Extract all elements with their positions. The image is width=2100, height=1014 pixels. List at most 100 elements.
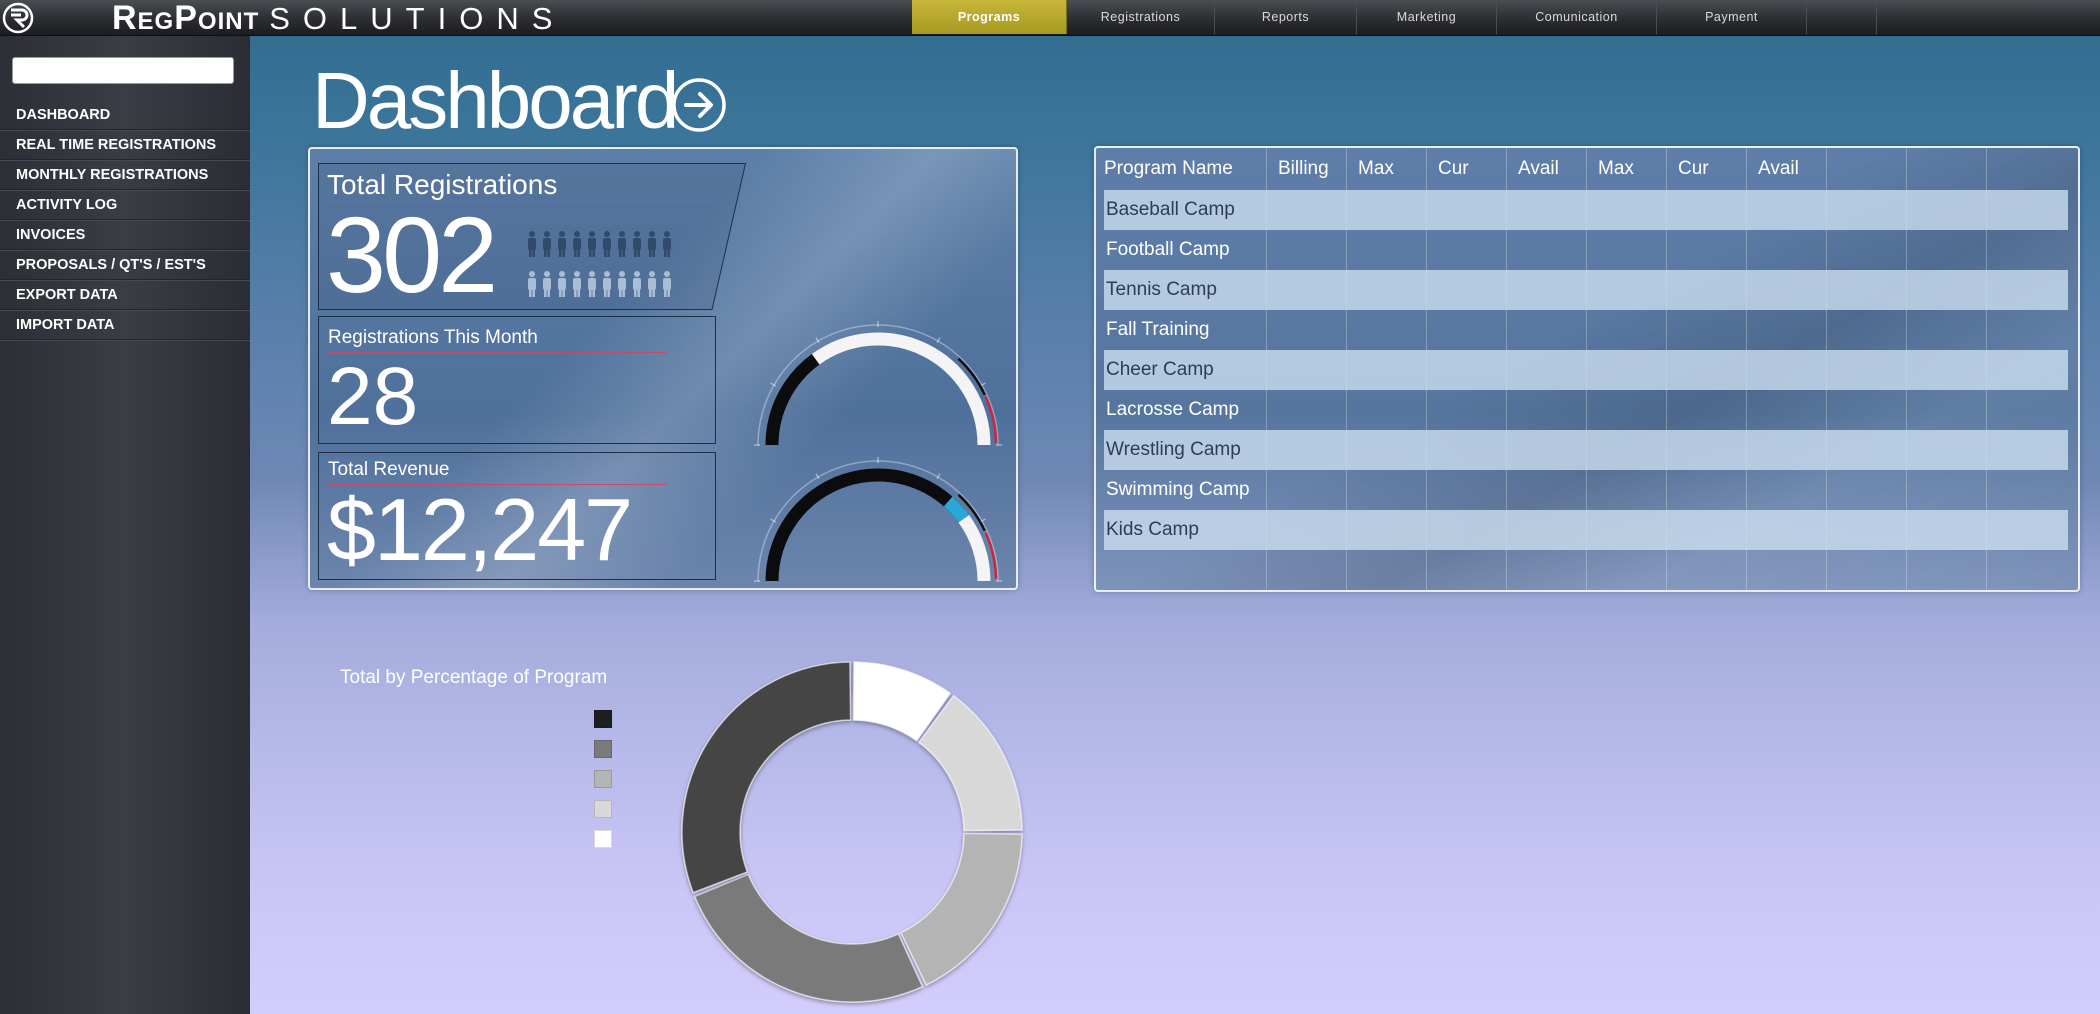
program-name-cell: Kids Camp: [1106, 519, 1199, 540]
person-icon: [648, 231, 656, 257]
total-revenue-value: $12,247: [327, 480, 633, 579]
total-registrations-box: Total Registrations 302: [318, 163, 746, 310]
table-row[interactable]: Kids Camp: [1104, 510, 2068, 550]
program-name-cell: Cheer Camp: [1106, 359, 1214, 380]
person-icon: [573, 271, 581, 297]
program-name-cell: Baseball Camp: [1106, 199, 1235, 220]
registrations-month-box: Registrations This Month 28: [318, 316, 716, 444]
regpoint-logo-icon[interactable]: [2, 2, 34, 34]
table-header-cur[interactable]: Cur: [1438, 158, 1469, 180]
donut-slice[interactable]: [693, 873, 924, 1003]
table-row[interactable]: Lacrosse Camp: [1104, 390, 2068, 430]
registrations-gauge: [754, 321, 1002, 446]
person-icon: [528, 271, 536, 297]
person-icon: [633, 231, 641, 257]
total-registrations-value: 302: [326, 194, 498, 315]
person-icon: [588, 271, 596, 297]
revenue-gauge: [754, 457, 1002, 582]
table-header: Program Name Billing Max Cur Avail Max Cur Avai…: [1096, 148, 2078, 190]
person-icon: [528, 231, 536, 257]
table-row[interactable]: Baseball Camp: [1104, 190, 2068, 230]
person-icon: [663, 271, 671, 297]
brand-name-bold: RegPoint: [112, 0, 260, 37]
person-icon: [558, 231, 566, 257]
arrow-right-circle-icon[interactable]: [671, 77, 727, 133]
table-header-max[interactable]: Max: [1598, 158, 1634, 180]
registrations-month-label: Registrations This Month: [328, 327, 538, 348]
person-icon: [603, 231, 611, 257]
sidebar: DASHBOARD REAL TIME REGISTRATIONS MONTHLY …: [0, 36, 250, 1014]
gauge-value-arc: [765, 468, 970, 582]
program-percentage-donut: [681, 661, 1023, 1003]
table-header-cur[interactable]: Cur: [1678, 158, 1709, 180]
person-icon: [543, 231, 551, 257]
table-row[interactable]: Tennis Camp: [1104, 270, 2068, 310]
nav-item-comunication[interactable]: Comunication: [1497, 0, 1657, 34]
person-icon: [558, 271, 566, 297]
table-header-program-name[interactable]: Program Name: [1104, 158, 1233, 180]
table-row[interactable]: Football Camp: [1104, 230, 2068, 270]
donut-slice[interactable]: [899, 832, 1023, 986]
nav-item-payment[interactable]: Payment: [1657, 0, 1807, 34]
sidebar-item-proposals-qt-s-est-s[interactable]: PROPOSALS / QT'S / EST'S: [0, 250, 250, 280]
gauge-remaining-arc: [958, 514, 991, 582]
page-title: Dashboard: [312, 56, 679, 145]
program-name-cell: Tennis Camp: [1106, 279, 1217, 300]
person-icon: [588, 231, 596, 257]
people-icons: [528, 231, 671, 297]
sidebar-item-export-data[interactable]: EXPORT DATA: [0, 280, 250, 310]
brand-name-light: SOLUTIONS: [269, 1, 566, 36]
nav-item-marketing[interactable]: Marketing: [1357, 0, 1497, 34]
legend-swatch: [594, 710, 612, 728]
person-icon: [603, 271, 611, 297]
table-row[interactable]: Swimming Camp: [1104, 470, 2068, 510]
sidebar-item-real-time-registrations[interactable]: REAL TIME REGISTRATIONS: [0, 130, 250, 160]
stats-panel: Total Registrations 302 Registrations Th…: [308, 147, 1018, 590]
total-revenue-box: Total Revenue $12,247: [318, 452, 716, 580]
sidebar-item-activity-log[interactable]: ACTIVITY LOG: [0, 190, 250, 220]
person-icon: [633, 271, 641, 297]
table-header-max[interactable]: Max: [1358, 158, 1394, 180]
sidebar-item-dashboard[interactable]: DASHBOARD: [0, 100, 250, 130]
nav-item-empty[interactable]: [1807, 0, 1877, 34]
top-bar: RegPoint SOLUTIONS Programs Registrations…: [0, 0, 2100, 36]
person-icon: [663, 231, 671, 257]
table-row[interactable]: Cheer Camp: [1104, 350, 2068, 390]
table-header-billing[interactable]: Billing: [1278, 158, 1329, 180]
legend-swatch: [594, 800, 612, 818]
sidebar-menu: DASHBOARD REAL TIME REGISTRATIONS MONTHLY …: [0, 100, 250, 340]
donut-slice[interactable]: [681, 661, 852, 894]
nav-item-reports[interactable]: Reports: [1215, 0, 1357, 34]
person-icon: [648, 271, 656, 297]
total-revenue-label: Total Revenue: [328, 459, 450, 480]
program-name-cell: Fall Training: [1106, 319, 1210, 340]
gauge-value-arc: [765, 353, 820, 446]
brand-name: RegPoint SOLUTIONS: [112, 0, 566, 37]
program-name-cell: Lacrosse Camp: [1106, 399, 1240, 420]
table-header-avail[interactable]: Avail: [1518, 158, 1559, 180]
sidebar-item-monthly-registrations[interactable]: MONTHLY REGISTRATIONS: [0, 160, 250, 190]
legend-swatch: [594, 830, 612, 848]
program-name-cell: Swimming Camp: [1106, 479, 1250, 500]
person-icon: [543, 271, 551, 297]
nav-item-programs[interactable]: Programs: [912, 0, 1067, 34]
donut-title: Total by Percentage of Program: [340, 667, 608, 688]
table-row[interactable]: Wrestling Camp: [1104, 430, 2068, 470]
sidebar-item-import-data[interactable]: IMPORT DATA: [0, 310, 250, 340]
registrations-month-value: 28: [327, 351, 419, 442]
table-header-avail[interactable]: Avail: [1758, 158, 1799, 180]
nav-item-registrations[interactable]: Registrations: [1067, 0, 1215, 34]
person-icon: [618, 231, 626, 257]
sidebar-search-input[interactable]: [12, 57, 234, 84]
legend-swatch: [594, 740, 612, 758]
program-table: Baseball Camp Football Camp Tennis Camp Fal…: [1094, 146, 2080, 592]
program-name-cell: Wrestling Camp: [1106, 439, 1241, 460]
legend-swatch: [594, 770, 612, 788]
person-icon: [618, 271, 626, 297]
gauge-remaining-arc: [811, 332, 991, 446]
sidebar-item-invoices[interactable]: INVOICES: [0, 220, 250, 250]
person-icon: [573, 231, 581, 257]
table-row[interactable]: Fall Training: [1104, 310, 2068, 350]
main-nav: Programs Registrations Reports Marketing Com…: [912, 0, 1877, 34]
program-name-cell: Football Camp: [1106, 239, 1230, 260]
